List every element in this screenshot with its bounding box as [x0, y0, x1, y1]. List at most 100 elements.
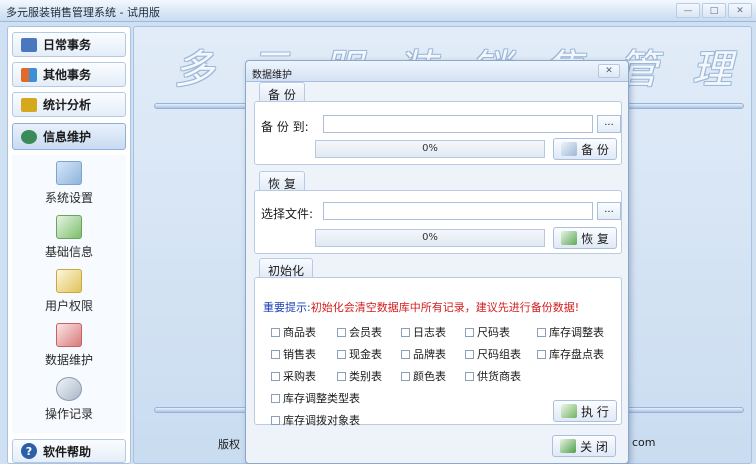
backup-browse-button[interactable]: ...: [597, 115, 621, 133]
tab-backup[interactable]: 备 份: [259, 82, 305, 102]
checkbox-label: 库存盘点表: [549, 348, 604, 361]
close-dialog-button[interactable]: 关 闭: [552, 435, 616, 457]
backup-button[interactable]: 备 份: [553, 138, 617, 160]
backup-icon: [561, 142, 578, 156]
sub-item-basic-info[interactable]: 基础信息: [12, 215, 126, 260]
exit-icon: [560, 439, 577, 453]
dialog-title-bar: 数据维护 ✕: [246, 61, 628, 82]
checkbox-sizes[interactable]: 尺码表: [465, 324, 510, 340]
checkbox-colors[interactable]: 颜色表: [401, 368, 446, 384]
checkbox-size-groups[interactable]: 尺码组表: [465, 346, 521, 362]
copyright-text: 版权: [218, 438, 240, 451]
settings-icon: [56, 161, 82, 185]
checkbox-box[interactable]: [337, 327, 346, 337]
restore-file-input[interactable]: [323, 202, 593, 220]
checkbox-cash[interactable]: 现金表: [337, 346, 382, 362]
checkbox-box[interactable]: [401, 371, 410, 381]
nav-other-affairs[interactable]: 其他事务: [12, 62, 126, 87]
sub-item-user-permissions[interactable]: 用户权限: [12, 269, 126, 314]
checkbox-members[interactable]: 会员表: [337, 324, 382, 340]
checkbox-brands[interactable]: 品牌表: [401, 346, 446, 362]
checkbox-label: 颜色表: [413, 370, 446, 383]
checkbox-stock-count[interactable]: 库存盘点表: [537, 346, 604, 362]
restore-progress-text: 0%: [422, 232, 438, 243]
warning-message: 初始化会清空数据库中所有记录，建议先进行备份数据!: [310, 301, 580, 314]
nav-label: 日常事务: [43, 38, 92, 52]
checkbox-categories[interactable]: 类别表: [337, 368, 382, 384]
checkbox-label: 采购表: [283, 370, 316, 383]
software-help-button[interactable]: ? 软件帮助: [12, 439, 126, 463]
nav-info-maintenance[interactable]: 信息维护: [12, 123, 126, 150]
backup-progress-bar: 0%: [315, 140, 545, 158]
dialog-close-icon[interactable]: ✕: [598, 64, 620, 78]
sub-item-data-maintenance[interactable]: 数据维护: [12, 323, 126, 368]
tab-initialize[interactable]: 初始化: [259, 258, 314, 278]
checkbox-box[interactable]: [337, 349, 346, 359]
checkbox-box[interactable]: [271, 415, 280, 425]
sub-item-system-settings[interactable]: 系统设置: [12, 161, 126, 206]
close-button-label: 关 闭: [580, 439, 608, 454]
checkbox-label: 日志表: [413, 326, 446, 339]
checkbox-box[interactable]: [271, 393, 280, 403]
checkbox-box[interactable]: [401, 349, 410, 359]
restore-icon: [561, 231, 578, 245]
checkbox-purchases[interactable]: 采购表: [271, 368, 316, 384]
close-window-button[interactable]: ✕: [728, 3, 752, 18]
checkbox-box[interactable]: [537, 327, 546, 337]
help-label: 软件帮助: [43, 444, 92, 459]
checkbox-stock-adjust[interactable]: 库存调整表: [537, 324, 604, 340]
basic-info-icon: [56, 215, 82, 239]
checkbox-label: 会员表: [349, 326, 382, 339]
sub-item-label: 操作记录: [44, 407, 93, 421]
checkbox-label: 库存调拨对象表: [283, 414, 360, 427]
cube-icon: [21, 97, 37, 112]
initialize-warning: 重要提示:初始化会清空数据库中所有记录，建议先进行备份数据!: [263, 299, 579, 315]
checkbox-transfer-targets[interactable]: 库存调拨对象表: [271, 412, 360, 428]
sub-item-label: 数据维护: [44, 353, 93, 367]
checkbox-box[interactable]: [465, 371, 474, 381]
checkbox-sales[interactable]: 销售表: [271, 346, 316, 362]
checkbox-box[interactable]: [271, 349, 280, 359]
checkbox-box[interactable]: [337, 371, 346, 381]
window-title: 多元服装销售管理系统 - 试用版: [6, 6, 160, 19]
checkbox-products[interactable]: 商品表: [271, 324, 316, 340]
checkbox-box[interactable]: [401, 327, 410, 337]
nav-statistics[interactable]: 统计分析: [12, 92, 126, 117]
checkbox-label: 库存调整表: [549, 326, 604, 339]
checkbox-stock-adjust-types[interactable]: 库存调整类型表: [271, 390, 360, 406]
minimize-button[interactable]: —: [676, 3, 700, 18]
execute-button[interactable]: 执 行: [553, 400, 617, 422]
execute-icon: [561, 404, 578, 418]
grid-icon: [21, 67, 37, 82]
operation-log-icon: [56, 377, 82, 401]
sub-item-operation-log[interactable]: 操作记录: [12, 377, 126, 422]
website-text: com: [632, 436, 656, 449]
checkbox-box[interactable]: [465, 349, 474, 359]
backup-button-label: 备 份: [581, 142, 609, 157]
backup-path-input[interactable]: [323, 115, 593, 133]
checkbox-box[interactable]: [271, 371, 280, 381]
sub-menu-panel: 系统设置 基础信息 用户权限 数据维护 操作记录: [12, 155, 126, 433]
checkbox-label: 供货商表: [477, 370, 521, 383]
checkbox-box[interactable]: [465, 327, 474, 337]
backup-progress-text: 0%: [422, 143, 438, 154]
tab-restore[interactable]: 恢 复: [259, 171, 305, 191]
help-icon: ?: [21, 443, 37, 459]
checkbox-label: 库存调整类型表: [283, 392, 360, 405]
checkbox-box[interactable]: [537, 349, 546, 359]
book-icon: [21, 37, 37, 52]
restore-button[interactable]: 恢 复: [553, 227, 617, 249]
checkbox-box[interactable]: [271, 327, 280, 337]
restore-browse-button[interactable]: ...: [597, 202, 621, 220]
sub-item-label: 系统设置: [44, 191, 93, 205]
checkbox-logs[interactable]: 日志表: [401, 324, 446, 340]
nav-label: 其他事务: [43, 68, 92, 82]
maximize-button[interactable]: □: [702, 3, 726, 18]
checkbox-label: 现金表: [349, 348, 382, 361]
nav-label: 统计分析: [43, 98, 92, 112]
warning-key: 重要提示:: [263, 301, 311, 314]
data-maintenance-dialog: 数据维护 ✕ 备 份 备 份 到: ... 0% 备 份 恢 复 选择文件: .…: [245, 60, 629, 464]
checkbox-label: 尺码组表: [477, 348, 521, 361]
checkbox-suppliers[interactable]: 供货商表: [465, 368, 521, 384]
nav-daily-affairs[interactable]: 日常事务: [12, 32, 126, 57]
